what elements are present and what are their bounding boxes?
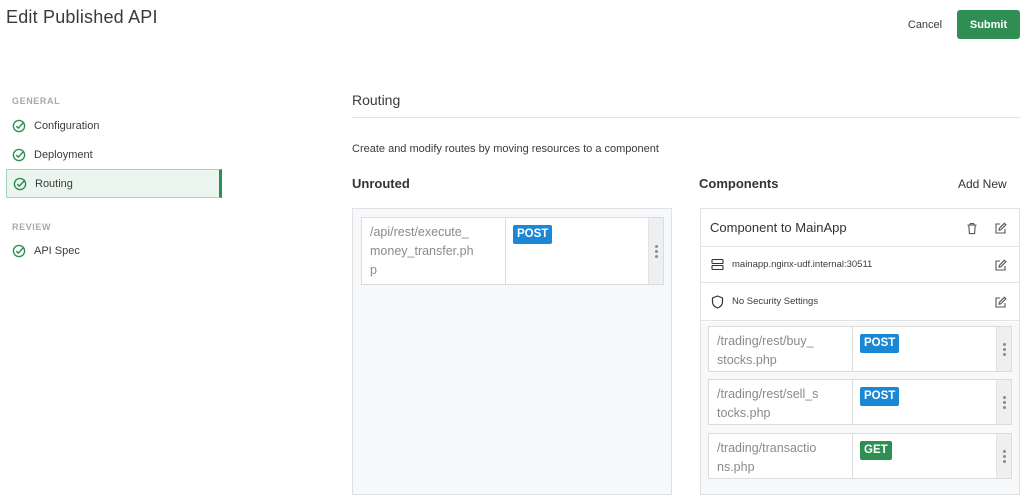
- route-path-line: money_transfer.ph: [370, 244, 474, 258]
- upstream-address: mainapp.nginx-udf.internal:30511: [732, 259, 873, 270]
- vertical-dots-icon: [1002, 395, 1006, 409]
- method-badge: POST: [860, 334, 900, 353]
- vertical-dots-icon: [1002, 449, 1006, 463]
- route-path-line: /trading/rest/buy_: [717, 334, 814, 348]
- upstream-row: mainapp.nginx-udf.internal:30511: [701, 247, 1019, 283]
- check-circle-icon: [12, 119, 26, 133]
- check-circle-icon: [12, 244, 26, 258]
- route-path: /trading/transactio ns.php: [709, 434, 853, 478]
- route-path: /trading/rest/buy_ stocks.php: [709, 327, 853, 371]
- drag-handle[interactable]: [996, 380, 1011, 424]
- route-path-line: /api/rest/execute_: [370, 225, 469, 239]
- vertical-dots-icon: [654, 244, 658, 258]
- security-row: No Security Settings: [701, 283, 1019, 321]
- server-icon: [710, 258, 724, 272]
- unrouted-heading: Unrouted: [352, 176, 410, 191]
- route-path-line: p: [370, 263, 377, 277]
- route-path: /api/rest/execute_ money_transfer.ph p: [362, 218, 506, 284]
- section-description: Create and modify routes by moving resou…: [352, 143, 659, 155]
- sidebar-item-api-spec[interactable]: API Spec: [6, 237, 222, 265]
- route-path-line: /trading/transactio: [717, 441, 817, 455]
- route-path-line: /trading/rest/sell_s: [717, 387, 819, 401]
- sidebar-item-configuration[interactable]: Configuration: [6, 112, 222, 140]
- component-panel: Component to MainApp mainapp.nginx-udf.i…: [700, 208, 1020, 495]
- drag-handle[interactable]: [648, 218, 663, 284]
- sidebar-item-label: Deployment: [34, 149, 93, 161]
- check-circle-icon: [12, 148, 26, 162]
- route-card[interactable]: /trading/rest/buy_ stocks.php POST: [708, 326, 1012, 372]
- section-title: Routing: [352, 92, 401, 108]
- route-method: POST: [506, 218, 648, 284]
- unrouted-panel: /api/rest/execute_ money_transfer.ph p P…: [352, 208, 672, 495]
- drag-handle[interactable]: [996, 327, 1011, 371]
- page-title: Edit Published API: [6, 7, 158, 27]
- route-card[interactable]: /trading/rest/sell_s tocks.php POST: [708, 379, 1012, 425]
- components-heading: Components: [699, 176, 779, 191]
- add-new-button[interactable]: Add New: [958, 177, 1007, 191]
- drag-handle[interactable]: [996, 434, 1011, 478]
- component-routes-area: /trading/rest/buy_ stocks.php POST /trad…: [701, 322, 1019, 494]
- check-circle-icon: [13, 177, 27, 191]
- sidebar-item-routing[interactable]: Routing: [6, 169, 222, 198]
- submit-button[interactable]: Submit: [957, 10, 1020, 39]
- edit-icon[interactable]: [993, 295, 1007, 309]
- vertical-dots-icon: [1002, 342, 1006, 356]
- route-path-line: tocks.php: [717, 406, 771, 420]
- method-badge: POST: [513, 225, 553, 244]
- sidebar-item-label: Configuration: [34, 120, 100, 132]
- route-card[interactable]: /trading/transactio ns.php GET: [708, 433, 1012, 479]
- sidebar-item-label: Routing: [35, 177, 73, 190]
- route-path-line: stocks.php: [717, 353, 777, 367]
- trash-icon[interactable]: [965, 221, 979, 235]
- shield-icon: [710, 294, 724, 309]
- sidebar-section-general: GENERAL: [12, 96, 61, 106]
- security-settings: No Security Settings: [732, 296, 819, 307]
- method-badge: GET: [860, 441, 892, 460]
- component-name: Component to MainApp: [710, 220, 847, 235]
- sidebar-section-review: REVIEW: [12, 222, 52, 232]
- component-header: Component to MainApp: [701, 209, 1019, 247]
- sidebar-item-deployment[interactable]: Deployment: [6, 141, 222, 169]
- route-method: GET: [853, 434, 996, 478]
- route-method: POST: [853, 380, 996, 424]
- route-card[interactable]: /api/rest/execute_ money_transfer.ph p P…: [361, 217, 664, 285]
- edit-icon[interactable]: [993, 258, 1007, 272]
- divider: [352, 117, 1020, 118]
- route-path: /trading/rest/sell_s tocks.php: [709, 380, 853, 424]
- method-badge: POST: [860, 387, 900, 406]
- sidebar-item-label: API Spec: [34, 245, 80, 257]
- cancel-button[interactable]: Cancel: [900, 14, 950, 36]
- edit-icon[interactable]: [993, 221, 1007, 235]
- route-method: POST: [853, 327, 996, 371]
- route-path-line: ns.php: [717, 460, 755, 474]
